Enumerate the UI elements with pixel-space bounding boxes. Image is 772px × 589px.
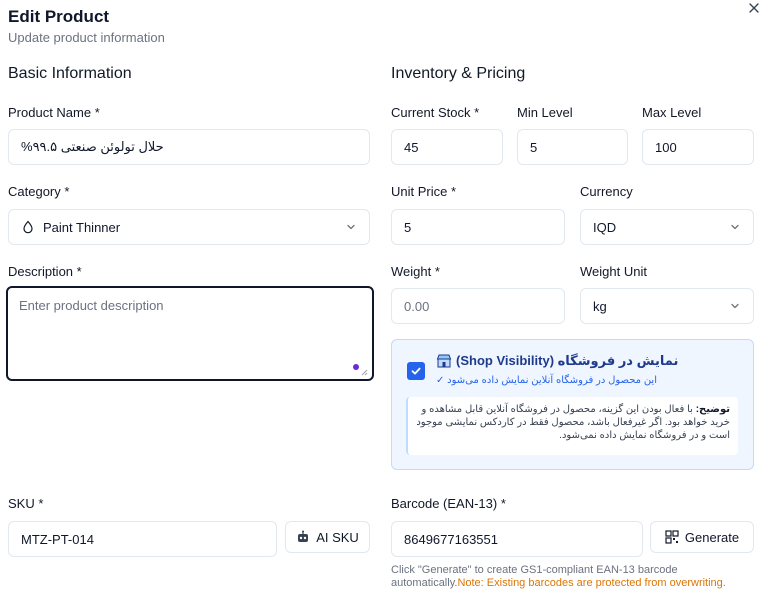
close-button[interactable] (746, 0, 762, 16)
generate-label: Generate (684, 529, 740, 545)
min-level-value: 5 (530, 139, 538, 155)
category-select[interactable]: Paint Thinner (8, 209, 370, 245)
sku-input[interactable]: MTZ-PT-014 (8, 521, 277, 557)
max-level-input[interactable]: 100 (642, 129, 754, 165)
shop-visibility-checkbox[interactable] (407, 362, 425, 380)
category-label: Category * (8, 184, 70, 199)
chevron-down-icon (347, 224, 355, 230)
weight-unit-value: kg (593, 298, 607, 314)
inventory-heading: Inventory & Pricing (391, 65, 526, 82)
chevron-down-icon (731, 303, 739, 309)
shop-visibility-title: نمایش در فروشگاه (Shop Visibility) (456, 353, 679, 368)
dialog-title: Edit Product (8, 7, 110, 26)
weight-unit-label: Weight Unit (580, 264, 647, 279)
ai-sku-label: AI SKU (316, 529, 359, 545)
current-stock-label: Current Stock * (391, 105, 480, 120)
unit-price-input[interactable]: 5 (391, 209, 565, 245)
product-name-value: حلال تولوئن صنعتی ۹۹.۵% (21, 139, 164, 154)
chevron-down-icon (731, 224, 739, 230)
ai-sku-button[interactable]: AI SKU (285, 521, 370, 553)
droplet-icon (23, 220, 33, 234)
unit-price-value: 5 (404, 219, 412, 235)
qr-code-icon (665, 530, 679, 544)
assistant-indicator-dot (353, 364, 359, 370)
check-icon (411, 367, 421, 375)
barcode-hint-warning: Note: Existing barcodes are protected fr… (457, 577, 726, 589)
current-stock-value: 45 (404, 139, 419, 155)
barcode-input[interactable]: 8649677163551 (391, 521, 643, 557)
currency-label: Currency (580, 184, 633, 199)
product-name-label: Product Name * (8, 105, 100, 120)
sku-value: MTZ-PT-014 (21, 531, 94, 547)
currency-value: IQD (593, 219, 617, 235)
weight-label: Weight * (391, 264, 440, 279)
currency-select[interactable]: IQD (580, 209, 754, 245)
category-value: Paint Thinner (43, 219, 121, 235)
max-level-label: Max Level (642, 105, 702, 120)
weight-input[interactable]: 0.00 (391, 288, 565, 324)
product-name-input[interactable]: حلال تولوئن صنعتی ۹۹.۵% (8, 129, 370, 165)
max-level-value: 100 (655, 139, 677, 155)
barcode-value: 8649677163551 (404, 531, 498, 547)
resize-handle-icon[interactable] (360, 368, 368, 376)
barcode-label: Barcode (EAN-13) * (391, 496, 506, 511)
description-placeholder: Enter product description (19, 298, 164, 313)
dialog-subtitle: Update product information (8, 30, 165, 45)
robot-icon (298, 530, 309, 542)
shop-visibility-subtitle: ✓ این محصول در فروشگاه آنلاین نمایش داده… (436, 375, 657, 386)
basic-info-heading: Basic Information (8, 65, 132, 82)
store-icon (436, 354, 452, 368)
weight-unit-select[interactable]: kg (580, 288, 754, 324)
sku-label: SKU * (8, 496, 44, 511)
description-label: Description * (8, 264, 82, 279)
weight-placeholder: 0.00 (404, 298, 430, 314)
close-icon (749, 3, 759, 13)
min-level-label: Min Level (517, 105, 573, 120)
min-level-input[interactable]: 5 (517, 129, 628, 165)
unit-price-label: Unit Price * (391, 184, 457, 199)
current-stock-input[interactable]: 45 (391, 129, 503, 165)
generate-barcode-button[interactable]: Generate (650, 521, 754, 553)
barcode-hint: Click "Generate" to create GS1-compliant… (391, 564, 761, 589)
note-label: توضیح: (695, 404, 730, 415)
note-text: با فعال بودن این گزینه، محصول در فروشگاه… (416, 404, 730, 441)
shop-visibility-note: توضیح: با فعال بودن این گزینه، محصول در … (406, 397, 738, 455)
description-textarea[interactable]: Enter product description (6, 286, 374, 381)
